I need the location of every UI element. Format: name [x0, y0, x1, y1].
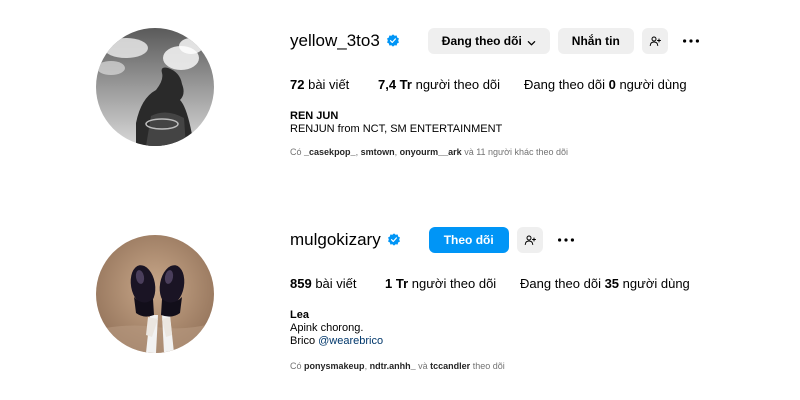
- posts-label: bài viết: [315, 276, 357, 291]
- posts-stat: 859 bài viết: [290, 276, 385, 292]
- followed-by-user: ndtr.anhh_: [369, 361, 416, 371]
- posts-label: bài viết: [308, 77, 350, 92]
- followed-by-user: onyourm__ark: [399, 147, 462, 157]
- followers-stat[interactable]: 1 Tr người theo dõi: [385, 276, 520, 292]
- avatar[interactable]: [96, 28, 214, 146]
- followed-by-suffix: và 11 người khác theo dõi: [464, 147, 569, 157]
- followed-by-user: _casekpop_: [304, 147, 356, 157]
- message-button-label: Nhắn tin: [571, 34, 620, 48]
- followed-by-user: ponysmakeup: [304, 361, 365, 371]
- followers-count: 7,4 Tr: [378, 77, 412, 92]
- profile-stats: 72 bài viết 7,4 Tr người theo dõi Đang t…: [290, 77, 687, 93]
- chevron-down-icon: [527, 37, 536, 46]
- posts-stat: 72 bài viết: [290, 77, 378, 93]
- followed-by[interactable]: Có ponysmakeup, ndtr.anhh_ và tccandler …: [290, 360, 505, 372]
- followed-by-separator: ,: [364, 361, 368, 371]
- following-count: 35: [604, 276, 620, 291]
- followed-by-user: smtown: [360, 147, 395, 157]
- suggest-accounts-button[interactable]: [641, 28, 668, 54]
- following-stat[interactable]: Đang theo dõi 35 người dùng: [520, 276, 690, 292]
- bio-line: Brico @wearebrico: [290, 335, 383, 348]
- followers-label: người theo dõi: [411, 276, 497, 291]
- add-person-icon: [649, 36, 661, 46]
- follow-button-label: Theo dõi: [443, 233, 494, 247]
- avatar-photo: [96, 28, 214, 146]
- followed-by[interactable]: Có _casekpop_, smtown, onyourm__ark và 1…: [290, 146, 568, 158]
- verified-badge-icon: [387, 233, 401, 247]
- followers-label: người theo dõi: [415, 77, 501, 92]
- followed-by-suffix: theo dõi: [472, 361, 505, 371]
- following-suffix: người dùng: [619, 77, 687, 92]
- bio-line: RENJUN from NCT, SM ENTERTAINMENT: [290, 123, 503, 135]
- avatar-photo: [96, 235, 214, 353]
- bio: REN JUN RENJUN from NCT, SM ENTERTAINMEN…: [290, 110, 502, 136]
- profile-card-yellow-3to3: yellow_3to3 Đang theo dõi Nhắn tin 72 bà…: [0, 0, 800, 200]
- avatar[interactable]: [96, 235, 214, 353]
- more-options-icon: [682, 39, 699, 43]
- bio-mention-link[interactable]: @wearebrico: [318, 335, 383, 347]
- following-suffix: người dùng: [622, 276, 690, 291]
- followed-by-separator: ,: [394, 147, 398, 157]
- posts-count: 72: [290, 77, 305, 92]
- following-prefix: Đang theo dõi: [520, 276, 601, 291]
- following-button[interactable]: Đang theo dõi: [427, 28, 550, 54]
- message-button[interactable]: Nhắn tin: [557, 28, 634, 54]
- following-button-label: Đang theo dõi: [441, 34, 522, 48]
- bio-line: Apink chorong.: [290, 322, 364, 334]
- followers-stat[interactable]: 7,4 Tr người theo dõi: [378, 77, 524, 93]
- username[interactable]: yellow_3to3: [290, 27, 380, 55]
- more-options-button[interactable]: [553, 227, 579, 253]
- profile-card-mulgokizary: mulgokizary Theo dõi 859 bài viết 1 Tr n…: [0, 200, 800, 400]
- follow-button[interactable]: Theo dõi: [428, 227, 509, 253]
- display-name: REN JUN: [290, 110, 339, 122]
- followed-by-separator: ,: [355, 147, 359, 157]
- more-options-button[interactable]: [678, 28, 704, 54]
- display-name: Lea: [290, 309, 309, 321]
- following-prefix: Đang theo dõi: [524, 77, 605, 92]
- posts-count: 859: [290, 276, 312, 291]
- verified-badge-icon: [386, 34, 400, 48]
- profile-header: mulgokizary Theo dõi: [290, 226, 579, 254]
- following-count: 0: [608, 77, 616, 92]
- suggest-accounts-button[interactable]: [516, 227, 543, 253]
- following-stat[interactable]: Đang theo dõi 0 người dùng: [524, 77, 687, 93]
- profile-stats: 859 bài viết 1 Tr người theo dõi Đang th…: [290, 276, 690, 292]
- followers-count: 1 Tr: [385, 276, 409, 291]
- more-options-icon: [557, 238, 574, 242]
- followed-by-conjunction: và: [418, 361, 428, 371]
- profile-header: yellow_3to3 Đang theo dõi Nhắn tin: [290, 27, 704, 55]
- add-person-icon: [524, 235, 536, 245]
- followed-by-prefix: Có: [290, 361, 302, 371]
- followed-by-user: tccandler: [430, 361, 471, 371]
- bio-text: Brico: [290, 335, 316, 347]
- followed-by-prefix: Có: [290, 147, 302, 157]
- bio: Lea Apink chorong. Brico @wearebrico: [290, 309, 383, 348]
- username[interactable]: mulgokizary: [290, 226, 381, 254]
